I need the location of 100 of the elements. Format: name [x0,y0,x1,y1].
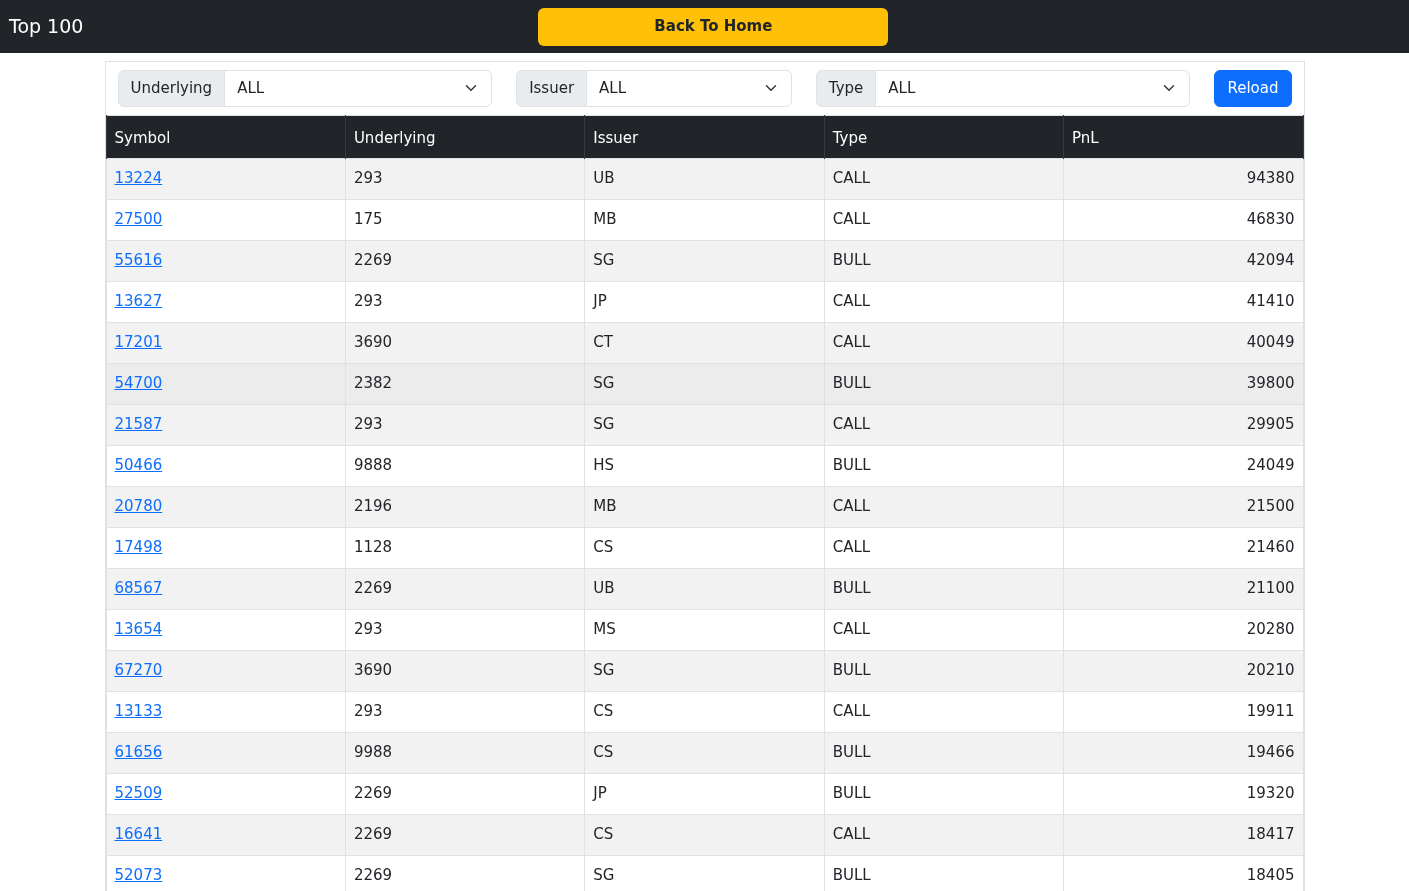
symbol-link[interactable]: 54700 [114,373,163,392]
table-cell: CALL [824,322,1064,363]
table-cell: BULL [824,855,1064,891]
table-cell: 41410 [1063,281,1303,322]
symbol-link[interactable]: 52509 [114,783,163,802]
table-cell: 21500 [1063,486,1303,527]
filter-dropdown[interactable]: ALL [586,70,792,107]
table-cell: 46830 [1063,199,1303,240]
table-cell: MS [584,609,825,650]
column-header: PnL [1063,115,1303,158]
symbol-link[interactable]: 13133 [114,701,163,720]
table-cell: 293 [345,609,585,650]
table-cell: 18405 [1063,855,1303,891]
table-cell: 9888 [345,445,585,486]
symbol-link[interactable]: 17201 [114,332,163,351]
table-cell: 3690 [345,650,585,691]
filter-dropdown[interactable]: ALL [875,70,1191,107]
table-cell: 2269 [345,855,585,891]
table-cell: SG [584,240,825,281]
table-cell: CS [584,691,825,732]
table-cell: CALL [824,404,1064,445]
table-cell: 19911 [1063,691,1303,732]
column-header: Symbol [106,115,346,158]
filter-label: Type [815,70,877,107]
table-cell: 2269 [345,240,585,281]
table-cell: 94380 [1063,158,1303,199]
table-cell: 293 [345,158,585,199]
table-cell: BULL [824,240,1064,281]
table-cell: 3690 [345,322,585,363]
table-cell: CALL [824,486,1064,527]
reload-button[interactable]: Reload [1214,70,1292,107]
table-cell: BULL [824,363,1064,404]
table-cell: 19466 [1063,732,1303,773]
table-cell: 2382 [345,363,585,404]
table-cell: 20280 [1063,609,1303,650]
symbol-link[interactable]: 50466 [114,455,163,474]
table-cell: CS [584,527,825,568]
table-cell: 19320 [1063,773,1303,814]
table-cell: 293 [345,691,585,732]
symbol-link[interactable]: 52073 [114,865,163,884]
table-cell: JP [584,281,825,322]
table-cell: 40049 [1063,322,1303,363]
column-header: Type [824,115,1064,158]
table-cell: MB [584,486,825,527]
table-cell: SG [584,855,825,891]
page-title: Top 100 [9,14,84,40]
table-cell: UB [584,158,825,199]
table-cell: 175 [345,199,585,240]
table-cell: CALL [824,281,1064,322]
symbol-link[interactable]: 55616 [114,250,163,269]
table-cell: SG [584,404,825,445]
table-cell: 21460 [1063,527,1303,568]
symbol-link[interactable]: 13224 [114,168,163,187]
table-cell: CS [584,732,825,773]
table-cell: 2269 [345,814,585,855]
table-cell: 293 [345,281,585,322]
table-cell: CALL [824,199,1064,240]
table-cell: SG [584,650,825,691]
table-cell: 1128 [345,527,585,568]
symbol-link[interactable]: 13654 [114,619,163,638]
table-cell: 293 [345,404,585,445]
table-cell: BULL [824,732,1064,773]
table-cell: 9988 [345,732,585,773]
table-cell: 24049 [1063,445,1303,486]
column-header: Issuer [584,115,825,158]
table-cell: CALL [824,691,1064,732]
table-cell: 20210 [1063,650,1303,691]
filter-dropdown[interactable]: ALL [224,70,493,107]
symbol-link[interactable]: 67270 [114,660,163,679]
table-cell: JP [584,773,825,814]
table-cell: BULL [824,445,1064,486]
table-cell: 42094 [1063,240,1303,281]
back-to-home-button[interactable]: Back To Home [538,7,889,46]
table-cell: MB [584,199,825,240]
symbol-link[interactable]: 21587 [114,414,163,433]
symbol-link[interactable]: 61656 [114,742,163,761]
table-cell: CALL [824,527,1064,568]
symbol-link[interactable]: 20780 [114,496,163,515]
table-cell: CALL [824,158,1064,199]
symbol-link[interactable]: 13627 [114,291,163,310]
table-cell: CALL [824,814,1064,855]
symbol-link[interactable]: 27500 [114,209,163,228]
table-cell: BULL [824,568,1064,609]
table-cell: CALL [824,609,1064,650]
table-cell: 2269 [345,773,585,814]
table-cell: 39800 [1063,363,1303,404]
table-cell: HS [584,445,825,486]
column-header: Underlying [345,115,585,158]
symbol-link[interactable]: 68567 [114,578,163,597]
table-cell: CT [584,322,825,363]
filter-label: Issuer [516,70,588,107]
table-cell: UB [584,568,825,609]
table-cell: 2269 [345,568,585,609]
symbol-link[interactable]: 16641 [114,824,163,843]
table-cell: 29905 [1063,404,1303,445]
symbol-link[interactable]: 17498 [114,537,163,556]
table-cell: 2196 [345,486,585,527]
filter-label: Underlying [117,70,226,107]
table-cell: SG [584,363,825,404]
table-cell: 18417 [1063,814,1303,855]
